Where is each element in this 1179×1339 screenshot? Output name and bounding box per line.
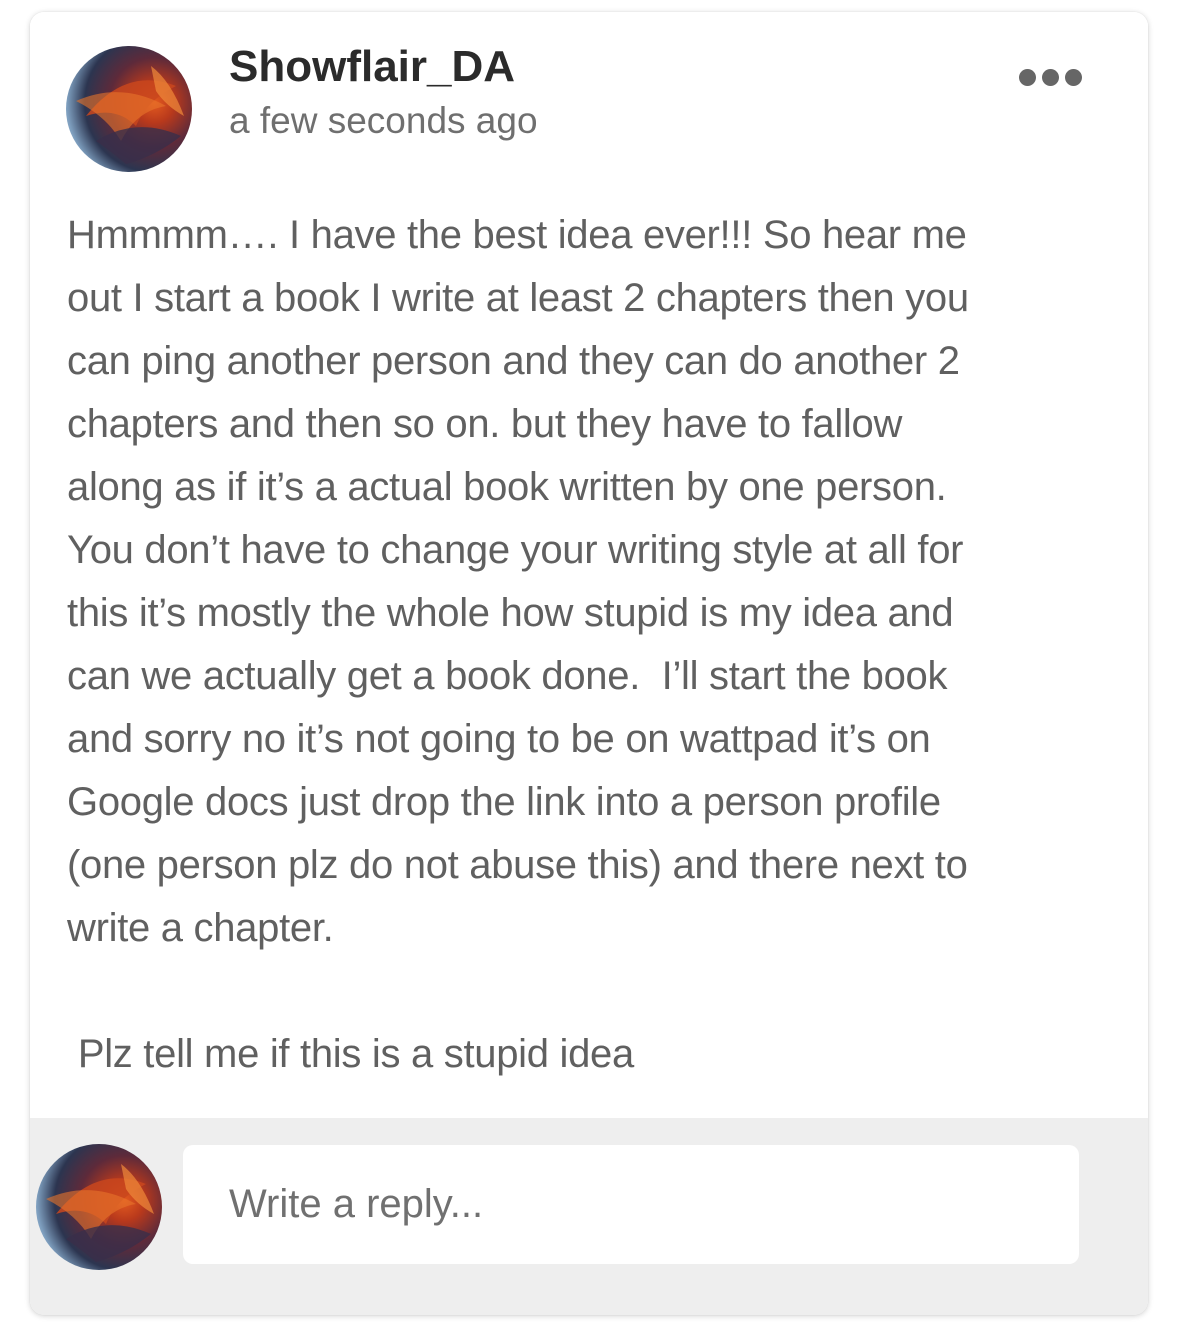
- more-horizontal-icon: [1041, 68, 1059, 86]
- reply-input[interactable]: [183, 1145, 1079, 1264]
- more-options-button[interactable]: [1008, 60, 1092, 94]
- more-horizontal-icon: [1018, 68, 1036, 86]
- avatar-artwork-icon: [76, 66, 184, 164]
- post-card: Showflair_DA a few seconds ago Hmmmm…. I…: [30, 12, 1148, 1315]
- post-body: Hmmmm…. I have the best idea ever!!! So …: [67, 213, 969, 1076]
- author-username[interactable]: Showflair_DA: [229, 42, 515, 92]
- avatar-artwork-icon: [46, 1164, 154, 1262]
- post-content: Showflair_DA a few seconds ago Hmmmm…. I…: [30, 12, 1148, 1118]
- current-user-avatar[interactable]: [36, 1144, 162, 1270]
- post-timestamp: a few seconds ago: [229, 100, 538, 141]
- more-horizontal-icon: [1064, 68, 1082, 86]
- author-avatar[interactable]: [66, 46, 192, 172]
